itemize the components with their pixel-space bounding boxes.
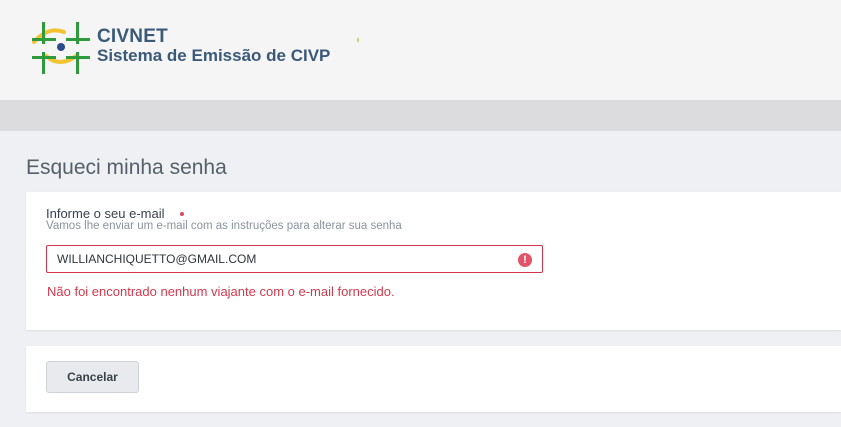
error-icon: ! xyxy=(518,253,532,267)
email-input[interactable] xyxy=(46,245,543,273)
brand-name: CIVNET xyxy=(97,26,168,47)
nav-bar xyxy=(0,100,841,131)
form-actions: Cancelar xyxy=(26,346,841,412)
civnet-logo-icon xyxy=(32,22,90,74)
header-decoration xyxy=(357,38,359,42)
required-indicator xyxy=(180,212,184,216)
email-hint: Vamos lhe enviar um e-mail com as instru… xyxy=(46,220,402,232)
app-header: CIVNET Sistema de Emissão de CIVP xyxy=(0,0,841,100)
page-title: Esqueci minha senha xyxy=(26,156,227,179)
brand-subtitle: Sistema de Emissão de CIVP xyxy=(97,46,331,65)
email-label: Informe o seu e-mail xyxy=(46,206,165,221)
email-error-message: Não foi encontrado nenhum viajante com o… xyxy=(47,284,395,299)
cancel-button[interactable]: Cancelar xyxy=(46,361,139,393)
forgot-password-form: Informe o seu e-mail Vamos lhe enviar um… xyxy=(26,192,841,330)
